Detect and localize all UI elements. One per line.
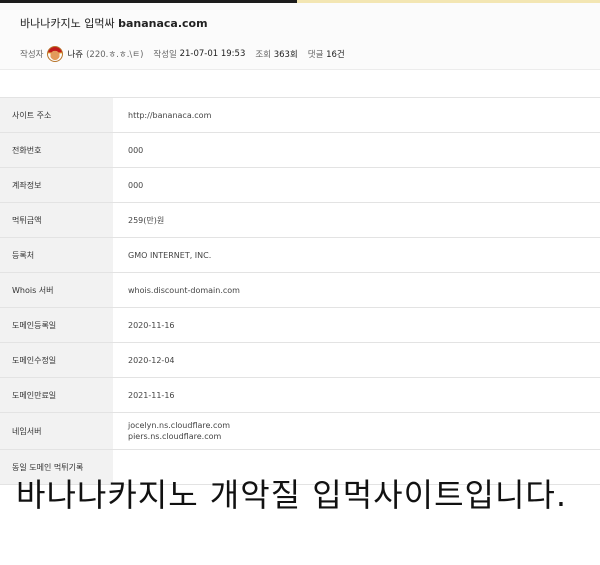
table-row: 먹튀금액 259(만)원 xyxy=(0,202,600,238)
row-label: 네임서버 xyxy=(0,412,113,450)
row-label: 먹튀금액 xyxy=(0,202,113,238)
row-value: 259(만)원 xyxy=(113,202,600,238)
post-title: 바나나카지노 입먹싸 bananaca.com xyxy=(20,15,208,31)
date-value: 21-07-01 19:53 xyxy=(179,49,246,59)
row-label: 도메인수정일 xyxy=(0,342,113,378)
table-row: 등록처 GMO INTERNET, INC. xyxy=(0,237,600,273)
row-label: Whois 서버 xyxy=(0,272,113,308)
author-ip: (220.ㅎ.ㅎ.\ㅌ) xyxy=(86,50,144,60)
site-info-table: 사이트 주소 http://bananaca.com 전화번호 000 계좌정보… xyxy=(0,97,600,485)
comments-label: 댓글 xyxy=(307,50,324,60)
post-title-domain: bananaca.com xyxy=(118,17,208,30)
row-label: 사이트 주소 xyxy=(0,97,113,133)
row-value: whois.discount-domain.com xyxy=(113,272,600,308)
row-label: 등록처 xyxy=(0,237,113,273)
post-header: 바나나카지노 입먹싸 bananaca.com 작성자 나쥬 (220.ㅎ.ㅎ.… xyxy=(0,3,600,70)
table-row: 도메인만료일 2021-11-16 xyxy=(0,377,600,413)
row-label: 도메인만료일 xyxy=(0,377,113,413)
author-label: 작성자 xyxy=(20,50,44,60)
views-value: 363회 xyxy=(273,50,298,60)
table-row: 전화번호 000 xyxy=(0,132,600,168)
row-value: 2020-11-16 xyxy=(113,307,600,343)
table-row: 네임서버 jocelyn.ns.cloudflare.com piers.ns.… xyxy=(0,412,600,450)
comments-value: 16건 xyxy=(326,50,345,60)
table-row: 사이트 주소 http://bananaca.com xyxy=(0,97,600,133)
post-title-text: 바나나카지노 입먹싸 xyxy=(20,17,115,30)
views-label: 조회 xyxy=(255,50,271,60)
table-row: 도메인수정일 2020-12-04 xyxy=(0,342,600,378)
row-label: 도메인등록일 xyxy=(0,307,113,343)
author-name[interactable]: 나쥬 xyxy=(67,48,83,60)
row-label: 계좌정보 xyxy=(0,167,113,203)
table-row: 계좌정보 000 xyxy=(0,167,600,203)
row-label: 전화번호 xyxy=(0,132,113,168)
table-row: 도메인등록일 2020-11-16 xyxy=(0,307,600,343)
date-label: 작성일 xyxy=(153,50,177,60)
nameserver-1: jocelyn.ns.cloudflare.com xyxy=(128,421,231,430)
row-value: 2020-12-04 xyxy=(113,342,600,378)
row-value: 2021-11-16 xyxy=(113,377,600,413)
avatar-icon[interactable] xyxy=(47,46,64,62)
post-meta: 작성자 나쥬 (220.ㅎ.ㅎ.\ㅌ) 작성일 21-07-01 19:53 조… xyxy=(20,46,345,62)
row-value[interactable]: http://bananaca.com xyxy=(113,97,600,133)
row-value: GMO INTERNET, INC. xyxy=(113,237,600,273)
table-row: Whois 서버 whois.discount-domain.com xyxy=(0,272,600,308)
row-value: 000 xyxy=(113,167,600,203)
row-value: 000 xyxy=(113,132,600,168)
post-body-text: 바나나카지노 개악질 입먹사이트입니다. xyxy=(16,476,567,514)
nameserver-2: piers.ns.cloudflare.com xyxy=(128,432,222,441)
row-value: jocelyn.ns.cloudflare.com piers.ns.cloud… xyxy=(113,412,600,450)
